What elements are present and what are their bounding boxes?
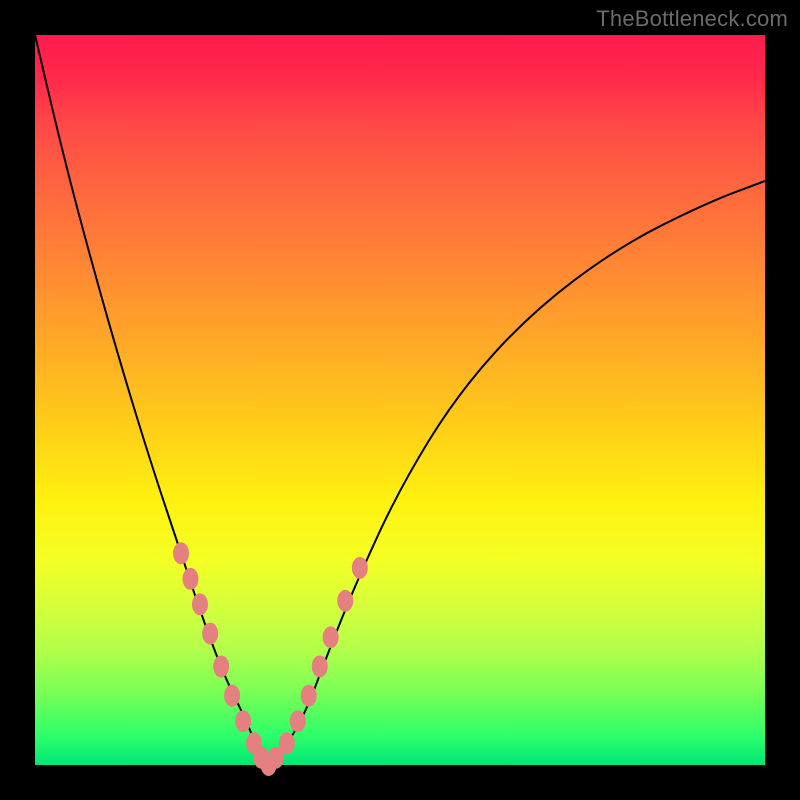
- data-marker: [312, 655, 328, 677]
- data-marker: [323, 626, 339, 648]
- data-marker: [224, 685, 240, 707]
- data-marker: [235, 710, 251, 732]
- data-marker: [352, 557, 368, 579]
- chart-frame: TheBottleneck.com: [0, 0, 800, 800]
- data-marker: [202, 623, 218, 645]
- data-marker: [337, 590, 353, 612]
- data-marker: [290, 710, 306, 732]
- watermark-label: TheBottleneck.com: [596, 6, 788, 32]
- data-marker: [173, 542, 189, 564]
- chart-svg: [35, 35, 765, 765]
- data-marker: [192, 593, 208, 615]
- data-marker: [213, 655, 229, 677]
- plot-area: [35, 35, 765, 765]
- data-marker: [182, 568, 198, 590]
- bottleneck-curve: [35, 35, 765, 761]
- data-marker: [301, 685, 317, 707]
- data-marker: [279, 732, 295, 754]
- marker-group: [173, 542, 368, 776]
